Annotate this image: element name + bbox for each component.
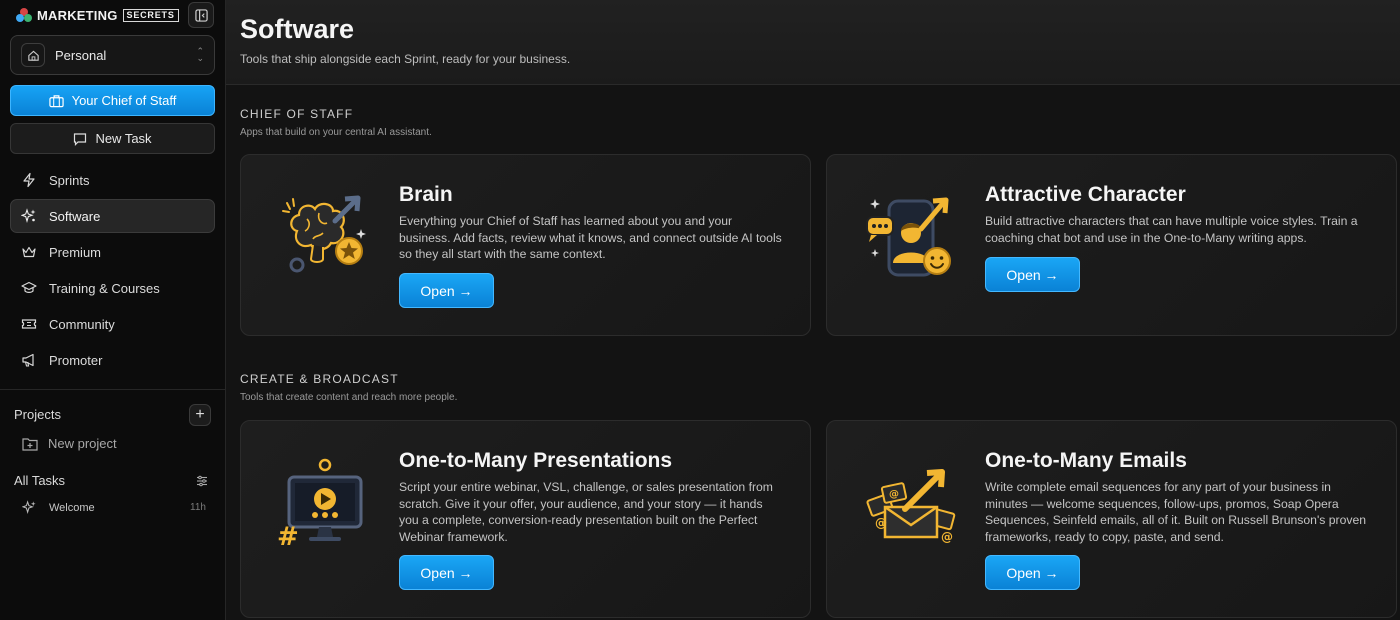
sidebar-divider [0,389,226,390]
sidebar-item-label: Sprints [49,172,90,188]
briefcase-icon [48,94,64,107]
collapse-sidebar-button[interactable] [188,2,214,28]
sidebar-item-label: Training & Courses [49,280,160,296]
card-title: Attractive Character [985,183,1186,206]
open-attractive-character-button[interactable]: Open → [985,257,1080,292]
main-content: Software Tools that ship alongside each … [226,0,1400,620]
presentation-monitor-icon: # [277,458,363,552]
new-project-label: New project [48,436,117,451]
chief-of-staff-button[interactable]: Your Chief of Staff [10,85,215,116]
chevron-updown-icon: ⌃ ⌄ [196,46,204,63]
graduation-cap-icon [21,281,37,293]
card-description: Build attractive characters that can hav… [985,214,1358,245]
open-presentations-button[interactable]: Open → [399,555,494,590]
card-title: One-to-Many Presentations [399,449,673,472]
sidebar: MARKETING SECRETS Personal ⌃ ⌄ Your Chief… [0,0,226,620]
sidebar-item-community[interactable]: Community [10,307,215,341]
page-title: Software [240,14,355,44]
svg-text:#: # [277,522,299,552]
brand-logo[interactable]: MARKETING SECRETS [16,6,179,24]
brand-name-box: SECRETS [122,8,179,22]
section-title-create-broadcast: CREATE & BROADCAST [240,372,399,386]
ticket-icon [21,319,37,329]
message-square-icon [74,132,87,146]
open-brain-button[interactable]: Open → [399,273,494,308]
page-subtitle: Tools that ship alongside each Sprint, r… [240,52,571,66]
workspace-label: Personal [55,47,107,63]
task-item[interactable]: Welcome 11h [22,500,206,515]
plus-icon: + [195,406,205,423]
card-presentations: # One-to-Many Presentations Script your … [240,420,811,618]
card-description: Everything your Chief of Staff has learn… [399,214,782,262]
card-emails: @ @ @ One-to-Many Emails Write complete … [826,420,1397,618]
card-attractive-character: Attractive Character Build attractive ch… [826,154,1397,336]
card-description: Write complete email sequences for any p… [985,480,1367,544]
chief-of-staff-label: Your Chief of Staff [71,93,177,108]
open-emails-button[interactable]: Open → [985,555,1080,590]
sparkle-icon [21,208,36,223]
section-subtitle-chief-of-staff: Apps that build on your central AI assis… [240,127,432,138]
task-title: Welcome [49,501,95,514]
svg-text:@: @ [941,530,953,544]
workspace-selector[interactable]: Personal ⌃ ⌄ [10,35,215,75]
section-subtitle-create-broadcast: Tools that create content and reach more… [240,392,458,403]
megaphone-icon [22,353,34,367]
filter-icon[interactable] [196,474,208,492]
sidebar-item-training[interactable]: Training & Courses [10,271,215,305]
sidebar-item-label: Promoter [49,352,103,368]
brand-name: MARKETING [37,7,118,23]
sidebar-nav: Sprints Software Premium Training & Cour… [10,163,215,379]
email-envelopes-icon: @ @ @ [866,469,956,544]
sidebar-item-software[interactable]: Software [10,199,215,233]
sidebar-item-label: Software [49,208,101,224]
card-brain: Brain Everything your Chief of Staff has… [240,154,811,336]
sidebar-item-promoter[interactable]: Promoter [10,343,215,377]
all-tasks-heading: All Tasks [14,473,66,488]
bolt-icon [23,172,35,188]
sidebar-item-sprints[interactable]: Sprints [10,163,215,197]
page-header: Software Tools that ship alongside each … [226,0,1400,85]
crown-icon [22,246,36,258]
logo-icon [16,8,32,22]
card-title: Brain [399,183,453,206]
new-task-label: New Task [95,131,152,146]
home-icon [21,43,45,67]
brain-star-icon [282,195,366,273]
new-project-item[interactable]: New project [22,436,117,451]
task-time: 11h [190,502,206,513]
new-task-button[interactable]: New Task [10,123,215,154]
projects-heading: Projects [14,407,61,422]
card-title: One-to-Many Emails [985,449,1187,472]
add-project-button[interactable]: + [189,404,211,426]
folder-plus-icon [22,437,38,451]
card-description: Script your entire webinar, VSL, challen… [399,480,773,544]
sparkle-icon [22,500,36,515]
sidebar-toggle-icon [194,8,208,22]
character-chat-icon [866,197,951,277]
svg-text:@: @ [889,489,899,500]
section-title-chief-of-staff: CHIEF OF STAFF [240,107,354,121]
sidebar-item-premium[interactable]: Premium [10,235,215,269]
sidebar-item-label: Premium [49,244,102,260]
svg-text:@: @ [875,516,887,530]
sidebar-item-label: Community [49,316,115,332]
